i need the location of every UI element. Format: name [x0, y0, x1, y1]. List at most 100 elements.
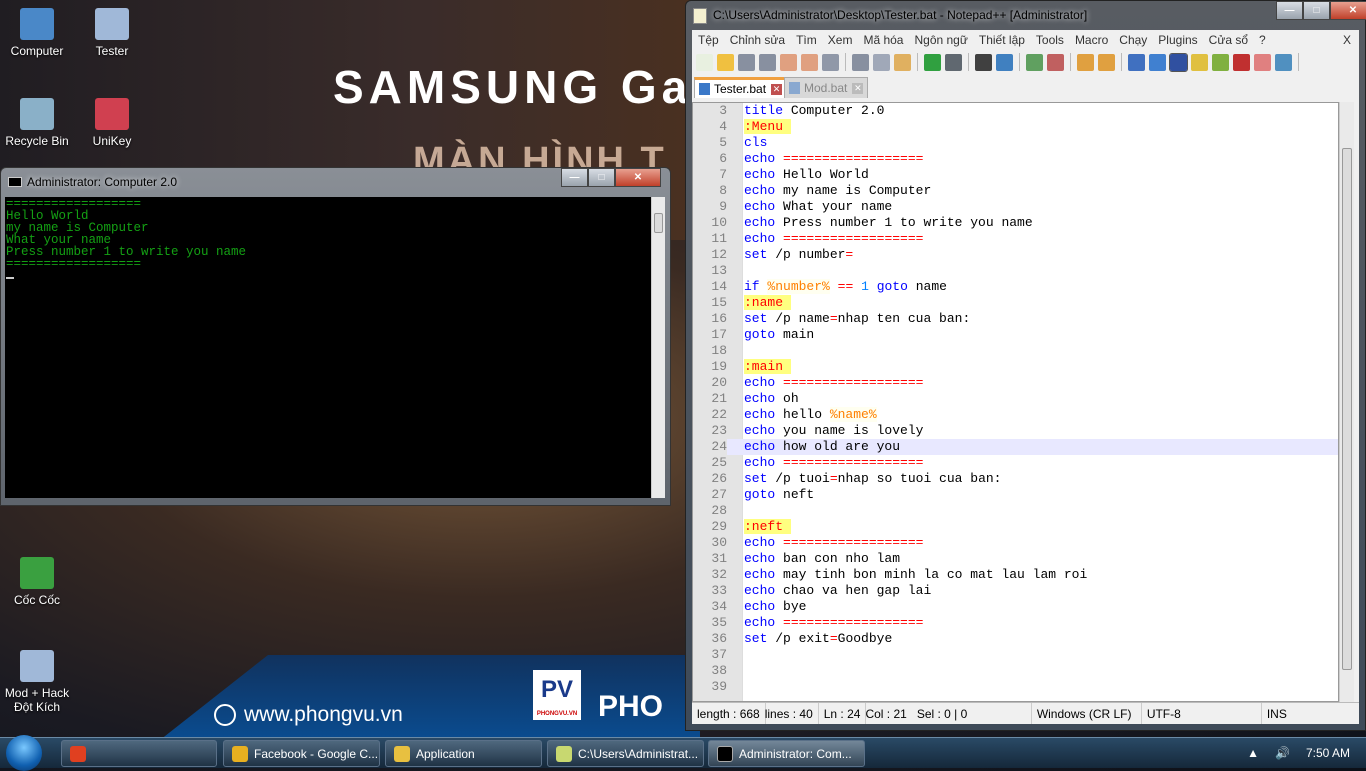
menu-item[interactable]: Tệp: [698, 33, 719, 47]
menu-item[interactable]: Thiết lập: [979, 33, 1025, 47]
code-line[interactable]: 29:neft: [693, 519, 1338, 535]
code-line[interactable]: 19:main: [693, 359, 1338, 375]
code-line[interactable]: 23 echo you name is lovely: [693, 423, 1338, 439]
taskbar-item[interactable]: Application: [385, 740, 542, 767]
desktop-icon[interactable]: Recycle Bin: [0, 98, 74, 148]
desktop-icon[interactable]: Computer: [0, 8, 74, 58]
menu-item[interactable]: Macro: [1075, 33, 1108, 47]
maximize-button[interactable]: □: [1303, 1, 1330, 20]
notepadpp-window[interactable]: C:\Users\Administrator\Desktop\Tester.ba…: [685, 0, 1366, 731]
user-lang-icon[interactable]: [1191, 53, 1208, 71]
open-icon[interactable]: [717, 53, 734, 71]
menu-item[interactable]: Tools: [1036, 33, 1064, 47]
menu-item[interactable]: ?: [1259, 33, 1266, 47]
code-line[interactable]: 4:Menu: [693, 119, 1338, 135]
code-line[interactable]: 32 echo may tinh bon minh la co mat lau l…: [693, 567, 1338, 583]
code-line[interactable]: 25 echo ==================: [693, 455, 1338, 471]
save-icon[interactable]: [738, 53, 755, 71]
clock[interactable]: 7:50 AM: [1306, 746, 1350, 760]
desktop-icon[interactable]: Mod + Hack Đột Kích: [0, 650, 74, 714]
tab-close-icon[interactable]: ✕: [771, 83, 783, 95]
print-icon[interactable]: [822, 53, 839, 71]
close-button[interactable]: ✕: [1330, 1, 1366, 20]
desktop-icon[interactable]: Tester: [75, 8, 149, 58]
console-scrollbar[interactable]: [651, 197, 665, 498]
code-line[interactable]: 28: [693, 503, 1338, 519]
desktop-icon[interactable]: UniKey: [75, 98, 149, 148]
code-line[interactable]: 31 echo ban con nho lam: [693, 551, 1338, 567]
code-line[interactable]: 17 goto main: [693, 327, 1338, 343]
code-line[interactable]: 38: [693, 663, 1338, 679]
menu-item[interactable]: Cửa sổ: [1209, 33, 1248, 47]
code-line[interactable]: 35 echo ==================: [693, 615, 1338, 631]
menu-item[interactable]: Plugins: [1158, 33, 1197, 47]
code-line[interactable]: 21 echo oh: [693, 391, 1338, 407]
code-line[interactable]: 10 echo Press number 1 to write you name: [693, 215, 1338, 231]
start-button[interactable]: [6, 735, 42, 771]
zoom-in-icon[interactable]: [1026, 53, 1043, 71]
taskbar-item[interactable]: Administrator: Com...: [708, 740, 865, 767]
copy-icon[interactable]: [873, 53, 890, 71]
maximize-button[interactable]: □: [588, 168, 615, 187]
code-line[interactable]: 26 set /p tuoi=nhap so tuoi cua ban:: [693, 471, 1338, 487]
menu-item[interactable]: Mã hóa: [863, 33, 903, 47]
console-output[interactable]: ================== Hello World my name is …: [5, 197, 651, 498]
save-all-icon[interactable]: [759, 53, 776, 71]
menu-item[interactable]: Xem: [828, 33, 853, 47]
menu-item[interactable]: Chỉnh sửa: [730, 33, 785, 47]
volume-icon[interactable]: 🔊: [1275, 746, 1290, 760]
sync-h-icon[interactable]: [1098, 53, 1115, 71]
code-line[interactable]: 33 echo chao va hen gap lai: [693, 583, 1338, 599]
folder-icon[interactable]: [1254, 53, 1271, 71]
paste-icon[interactable]: [894, 53, 911, 71]
doc-map-icon[interactable]: [1212, 53, 1229, 71]
indent-guide-icon[interactable]: [1169, 52, 1188, 72]
code-line[interactable]: 27 goto neft: [693, 487, 1338, 503]
code-line[interactable]: 39: [693, 679, 1338, 695]
code-line[interactable]: 15:name: [693, 295, 1338, 311]
cut-icon[interactable]: [852, 53, 869, 71]
code-line[interactable]: 14 if %number% == 1 goto name: [693, 279, 1338, 295]
desktop-icon[interactable]: Cốc Cốc: [0, 557, 74, 607]
code-line[interactable]: 36 set /p exit=Goodbye: [693, 631, 1338, 647]
minimize-button[interactable]: —: [1276, 1, 1303, 20]
code-line[interactable]: 16 set /p name=nhap ten cua ban:: [693, 311, 1338, 327]
code-editor[interactable]: 3 title Computer 2.0 4:Menu 5 cls 6 echo ====…: [692, 102, 1339, 702]
code-line[interactable]: 11 echo ==================: [693, 231, 1338, 247]
code-line[interactable]: 37: [693, 647, 1338, 663]
tab-tester-bat[interactable]: Tester.bat ✕: [694, 77, 788, 98]
tab-mod-bat[interactable]: Mod.bat ✕: [784, 77, 869, 98]
function-list-icon[interactable]: [1233, 53, 1250, 71]
word-wrap-icon[interactable]: [1128, 53, 1145, 71]
taskbar-item[interactable]: [61, 740, 217, 767]
code-line[interactable]: 6 echo ==================: [693, 151, 1338, 167]
code-line[interactable]: 34 echo bye: [693, 599, 1338, 615]
replace-icon[interactable]: [996, 53, 1013, 71]
code-line[interactable]: 9 echo What your name: [693, 199, 1338, 215]
editor-scrollbar[interactable]: [1339, 102, 1354, 702]
tab-close-icon[interactable]: ✕: [852, 82, 864, 94]
code-line[interactable]: 3 title Computer 2.0: [693, 103, 1338, 119]
code-line[interactable]: 30 echo ==================: [693, 535, 1338, 551]
menu-item[interactable]: Chạy: [1119, 33, 1147, 47]
close-icon[interactable]: [780, 53, 797, 71]
taskbar-item[interactable]: C:\Users\Administrat...: [547, 740, 704, 767]
code-line[interactable]: 20 echo ==================: [693, 375, 1338, 391]
monitor-icon[interactable]: [1275, 53, 1292, 71]
code-line[interactable]: 7 echo Hello World: [693, 167, 1338, 183]
find-icon[interactable]: [975, 53, 992, 71]
console-window[interactable]: Administrator: Computer 2.0 — □ ✕ ======…: [0, 167, 671, 506]
zoom-out-icon[interactable]: [1047, 53, 1064, 71]
taskbar-item[interactable]: Facebook - Google C...: [223, 740, 380, 767]
minimize-button[interactable]: —: [561, 168, 588, 187]
code-line[interactable]: 22 echo hello %name%: [693, 407, 1338, 423]
sync-v-icon[interactable]: [1077, 53, 1094, 71]
close-button[interactable]: ✕: [615, 168, 661, 187]
new-icon[interactable]: [696, 53, 713, 71]
code-line[interactable]: 13: [693, 263, 1338, 279]
menu-item[interactable]: Tìm: [796, 33, 817, 47]
undo-icon[interactable]: [924, 53, 941, 71]
show-hidden-icons-icon[interactable]: ▲: [1247, 746, 1259, 760]
close-document-button[interactable]: X: [1343, 33, 1351, 47]
code-line[interactable]: 24 echo how old are you: [693, 439, 1338, 455]
